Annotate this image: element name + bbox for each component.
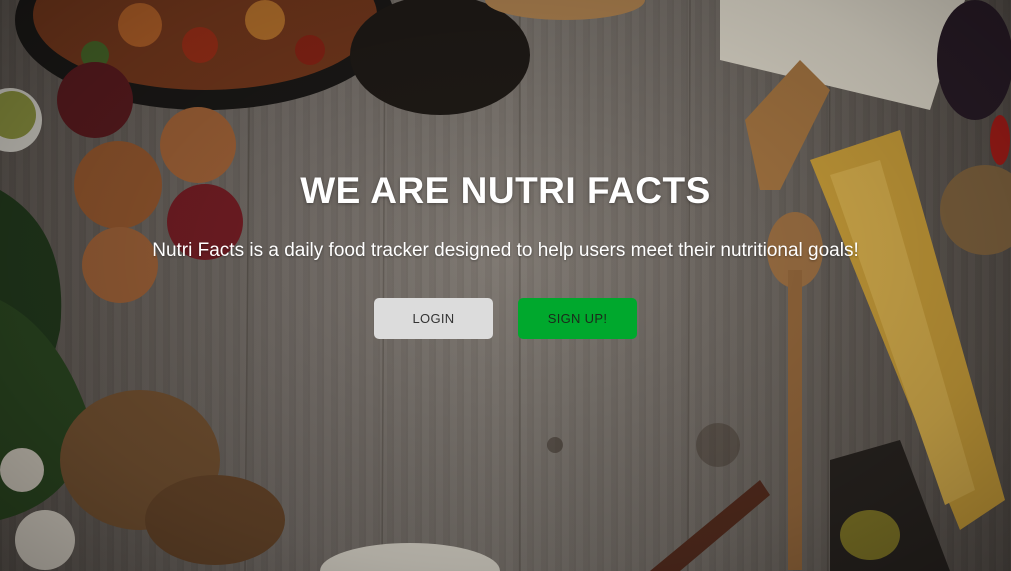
page-title: WE ARE NUTRI FACTS bbox=[300, 170, 711, 211]
signup-button[interactable]: SIGN UP! bbox=[518, 298, 637, 339]
login-button[interactable]: LOGIN bbox=[374, 298, 493, 339]
page-subtitle: Nutri Facts is a daily food tracker desi… bbox=[152, 240, 859, 261]
background-overlay bbox=[0, 0, 1011, 571]
hero-section: WE ARE NUTRI FACTS Nutri Facts is a dail… bbox=[0, 0, 1011, 571]
